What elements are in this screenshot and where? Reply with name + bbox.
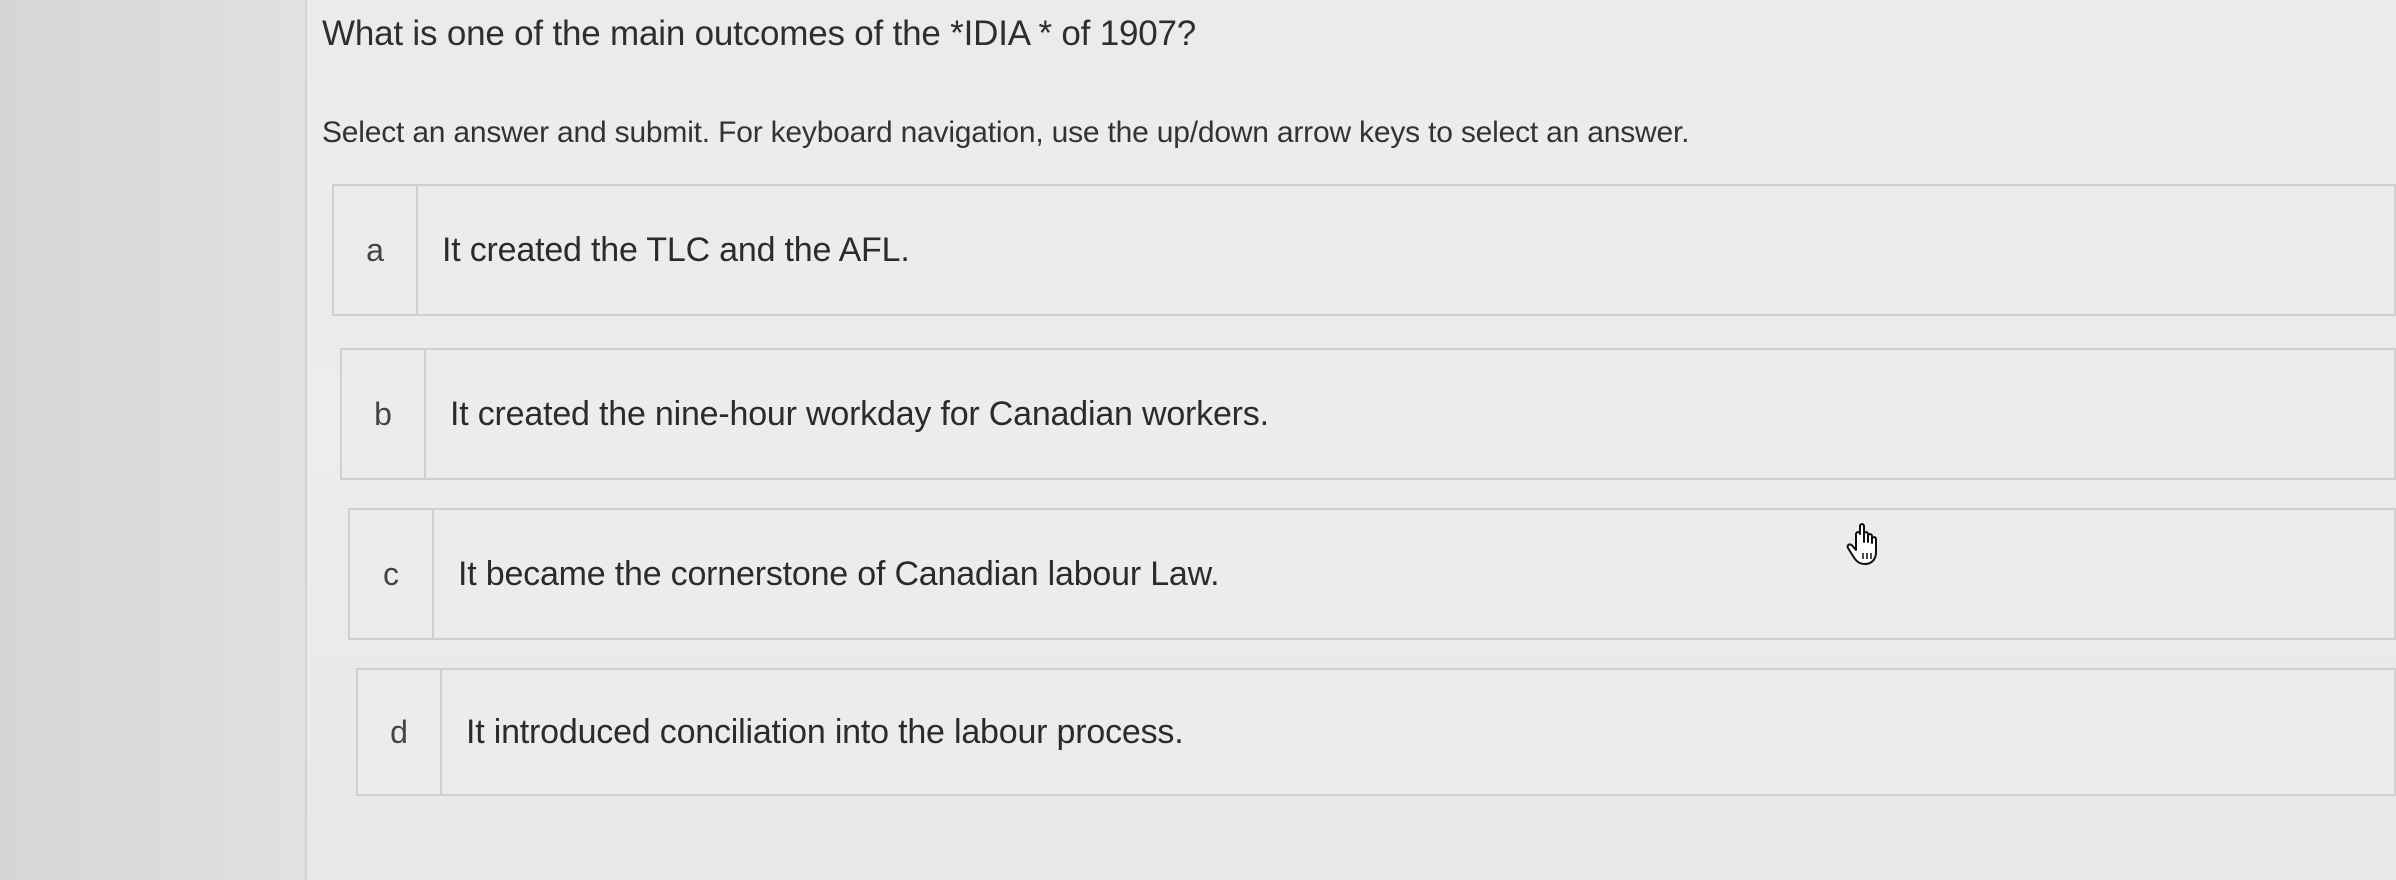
- option-letter: b: [342, 350, 426, 478]
- answer-option-b[interactable]: b It created the nine-hour workday for C…: [340, 348, 2396, 480]
- hand-pointer-icon: [1846, 523, 1877, 565]
- instructions-text: Select an answer and submit. For keyboar…: [322, 116, 1690, 149]
- answer-option-c[interactable]: c It became the cornerstone of Canadian …: [348, 508, 2396, 640]
- left-panel: [0, 0, 307, 880]
- option-text: It became the cornerstone of Canadian la…: [458, 554, 1220, 593]
- option-text: It introduced conciliation into the labo…: [466, 712, 1184, 751]
- option-letter: c: [350, 510, 434, 638]
- answer-option-a[interactable]: a It created the TLC and the AFL.: [332, 184, 2396, 316]
- option-text: It created the TLC and the AFL.: [442, 230, 910, 269]
- option-letter: a: [334, 186, 418, 314]
- answer-option-d[interactable]: d It introduced conciliation into the la…: [356, 668, 2396, 796]
- question-text: What is one of the main outcomes of the …: [322, 14, 1197, 53]
- option-letter: d: [358, 670, 442, 794]
- option-text: It created the nine-hour workday for Can…: [450, 394, 1269, 433]
